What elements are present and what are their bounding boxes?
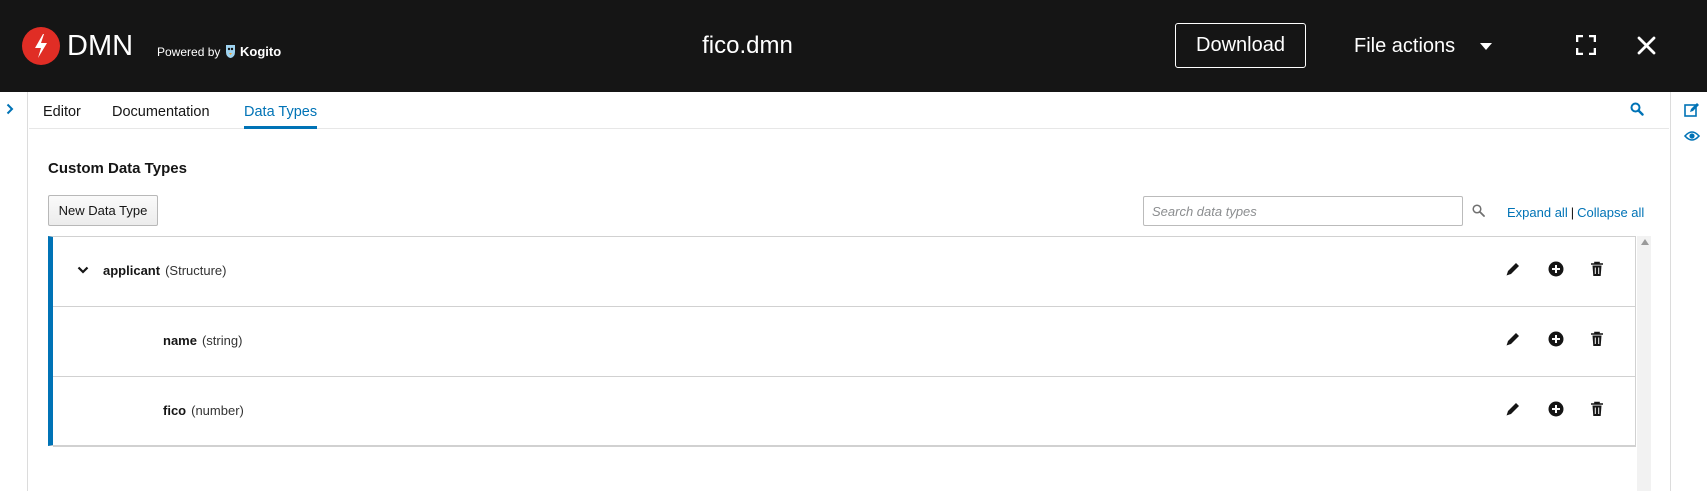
- add-circle-icon[interactable]: [1547, 400, 1565, 418]
- collapse-all-link[interactable]: Collapse all: [1577, 205, 1644, 220]
- file-name-title[interactable]: fico.dmn: [600, 30, 895, 62]
- data-type-row[interactable]: applicant (Structure): [53, 237, 1636, 307]
- data-types-list: applicant (Structure) name (string) fico…: [48, 236, 1636, 447]
- search-icon[interactable]: [1630, 102, 1644, 116]
- pencil-icon[interactable]: [1504, 330, 1522, 348]
- search-data-types-input[interactable]: [1144, 197, 1434, 225]
- data-type-name: applicant: [103, 263, 161, 278]
- expand-icon[interactable]: [1576, 35, 1596, 55]
- data-type-row[interactable]: fico (number): [53, 377, 1636, 447]
- tab-editor[interactable]: Editor: [43, 102, 81, 122]
- link-separator: |: [1570, 205, 1575, 220]
- pencil-icon[interactable]: [1504, 400, 1522, 418]
- app-header: DMN Powered by Kogito fico.dmn Download …: [0, 0, 1707, 92]
- tab-documentation[interactable]: Documentation: [112, 102, 210, 122]
- trash-icon[interactable]: [1588, 400, 1606, 418]
- chevron-right-icon[interactable]: [5, 103, 15, 115]
- expand-all-link[interactable]: Expand all: [1507, 205, 1568, 220]
- eye-icon[interactable]: [1684, 129, 1700, 143]
- tab-data-types[interactable]: Data Types: [244, 102, 317, 122]
- new-data-type-button[interactable]: New Data Type: [48, 195, 158, 226]
- trash-icon[interactable]: [1588, 330, 1606, 348]
- expand-collapse-links: Expand all | Collapse all: [1507, 204, 1644, 222]
- data-type-kind: (number): [191, 403, 244, 418]
- search-data-types-field[interactable]: [1143, 196, 1463, 226]
- data-type-label: fico (number): [163, 402, 244, 420]
- data-type-label: name (string): [163, 332, 242, 350]
- close-icon[interactable]: [1637, 36, 1656, 55]
- data-type-kind: (string): [201, 333, 243, 348]
- scroll-up-arrow-icon[interactable]: [1641, 239, 1649, 245]
- add-circle-icon[interactable]: [1547, 330, 1565, 348]
- add-circle-icon[interactable]: [1547, 260, 1565, 278]
- chevron-down-icon[interactable]: [77, 266, 89, 274]
- trash-icon[interactable]: [1588, 260, 1606, 278]
- right-side-panel: [1670, 92, 1707, 491]
- left-side-panel-toggle[interactable]: [0, 92, 28, 491]
- download-button[interactable]: Download: [1175, 23, 1306, 68]
- caret-down-icon[interactable]: [1479, 42, 1493, 51]
- data-type-row[interactable]: name (string): [53, 307, 1636, 377]
- data-type-label: applicant (Structure): [103, 262, 226, 280]
- search-icon[interactable]: [1472, 204, 1485, 217]
- editor-tabs: Editor Documentation Data Types: [29, 92, 1669, 129]
- section-title: Custom Data Types: [48, 160, 187, 177]
- pencil-icon[interactable]: [1504, 260, 1522, 278]
- kogito-icon: [226, 45, 235, 58]
- file-actions-dropdown[interactable]: File actions: [1354, 30, 1455, 62]
- app-brand: DMN: [67, 30, 134, 62]
- data-type-name: fico: [163, 403, 187, 418]
- powered-by-label: Powered by: [157, 45, 221, 59]
- data-type-kind: (Structure): [165, 263, 227, 278]
- active-tab-indicator: [244, 126, 317, 129]
- dmn-logo-icon: [22, 27, 60, 65]
- kogito-label: Kogito: [240, 44, 282, 59]
- data-type-name: name: [163, 333, 197, 348]
- edit-icon[interactable]: [1684, 102, 1700, 118]
- scrollbar[interactable]: [1637, 236, 1651, 491]
